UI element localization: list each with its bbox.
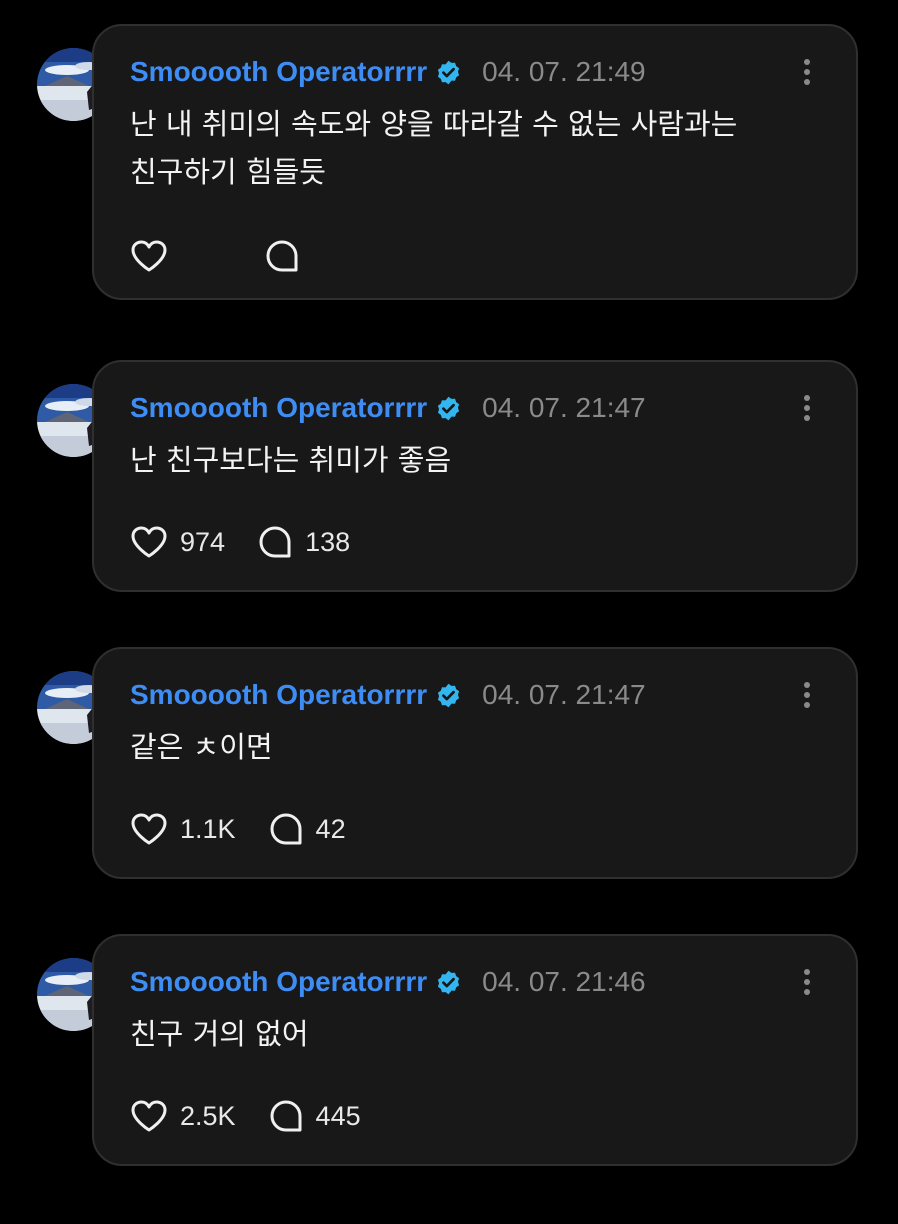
speech-bubble-icon [268, 811, 304, 847]
post-card[interactable]: Smooooth Operatorrrr 04. 07. 21:49 난 내 취… [92, 24, 858, 300]
heart-outline-icon [130, 239, 168, 273]
reply-count: 42 [315, 813, 346, 844]
timestamp: 04. 07. 21:46 [482, 966, 646, 997]
vertical-ellipsis-icon[interactable] [802, 58, 812, 86]
like-button[interactable]: 1.1K [130, 812, 236, 846]
reply-button[interactable] [264, 238, 300, 274]
like-count: 1.1K [180, 813, 236, 844]
post-text-line: 친구하기 힘들듯 [130, 155, 326, 189]
post-text-line: 난 내 취미의 속도와 양을 따라갈 수 없는 사람과는 [130, 107, 738, 141]
post-actions [130, 236, 300, 276]
timestamp: 04. 07. 21:47 [482, 392, 646, 423]
vertical-ellipsis-icon[interactable] [802, 681, 812, 709]
post-text: 친구 거의 없어 [130, 1010, 820, 1058]
like-button[interactable]: 974 [130, 525, 225, 559]
post: Smooooth Operatorrrr 04. 07. 21:47 같은 ㅊ이… [0, 647, 898, 937]
post-text-line: 난 친구보다는 취미가 좋음 [130, 443, 452, 477]
reply-count: 445 [315, 1100, 361, 1131]
like-button[interactable] [130, 239, 168, 273]
username[interactable]: Smooooth Operatorrrr [130, 56, 427, 88]
reply-button[interactable]: 445 [268, 1098, 361, 1134]
speech-bubble-icon [268, 1098, 304, 1134]
vertical-ellipsis-icon[interactable] [802, 394, 812, 422]
like-count: 974 [180, 526, 226, 557]
post-text: 난 친구보다는 취미가 좋음 [130, 436, 820, 484]
verified-badge-icon [435, 969, 462, 996]
speech-bubble-icon [257, 524, 293, 560]
post-actions: 974 138 [130, 522, 350, 562]
post: Smooooth Operatorrrr 04. 07. 21:47 난 친구보… [0, 360, 898, 650]
post-text: 같은 ㅊ이면 [130, 723, 820, 771]
username[interactable]: Smooooth Operatorrrr [130, 966, 427, 998]
heart-outline-icon [130, 525, 168, 559]
heart-outline-icon [130, 812, 168, 846]
post-header: Smooooth Operatorrrr 04. 07. 21:49 [130, 54, 646, 90]
post-header: Smooooth Operatorrrr 04. 07. 21:47 [130, 390, 646, 426]
timestamp: 04. 07. 21:49 [482, 56, 646, 87]
post-text: 난 내 취미의 속도와 양을 따라갈 수 없는 사람과는 친구하기 힘들듯 [130, 100, 820, 196]
post-card[interactable]: Smooooth Operatorrrr 04. 07. 21:47 같은 ㅊ이… [92, 647, 858, 879]
verified-badge-icon [435, 59, 462, 86]
vertical-ellipsis-icon[interactable] [802, 968, 812, 996]
reply-count: 138 [305, 526, 351, 557]
heart-outline-icon [130, 1099, 168, 1133]
reply-button[interactable]: 138 [257, 524, 350, 560]
post-header: Smooooth Operatorrrr 04. 07. 21:47 [130, 677, 646, 713]
username[interactable]: Smooooth Operatorrrr [130, 679, 427, 711]
post-text-line: 같은 ㅊ이면 [130, 730, 273, 764]
timestamp: 04. 07. 21:47 [482, 679, 646, 710]
post-card[interactable]: Smooooth Operatorrrr 04. 07. 21:47 난 친구보… [92, 360, 858, 592]
reply-button[interactable]: 42 [268, 811, 346, 847]
username[interactable]: Smooooth Operatorrrr [130, 392, 427, 424]
speech-bubble-icon [264, 238, 300, 274]
post-actions: 2.5K 445 [130, 1096, 361, 1136]
post-actions: 1.1K 42 [130, 809, 346, 849]
like-count: 2.5K [180, 1100, 236, 1131]
post-text-line: 친구 거의 없어 [130, 1017, 309, 1051]
like-button[interactable]: 2.5K [130, 1099, 236, 1133]
verified-badge-icon [435, 682, 462, 709]
post: Smooooth Operatorrrr 04. 07. 21:46 친구 거의… [0, 934, 898, 1224]
post: Smooooth Operatorrrr 04. 07. 21:49 난 내 취… [0, 24, 898, 314]
post-card[interactable]: Smooooth Operatorrrr 04. 07. 21:46 친구 거의… [92, 934, 858, 1166]
verified-badge-icon [435, 395, 462, 422]
post-header: Smooooth Operatorrrr 04. 07. 21:46 [130, 964, 646, 1000]
